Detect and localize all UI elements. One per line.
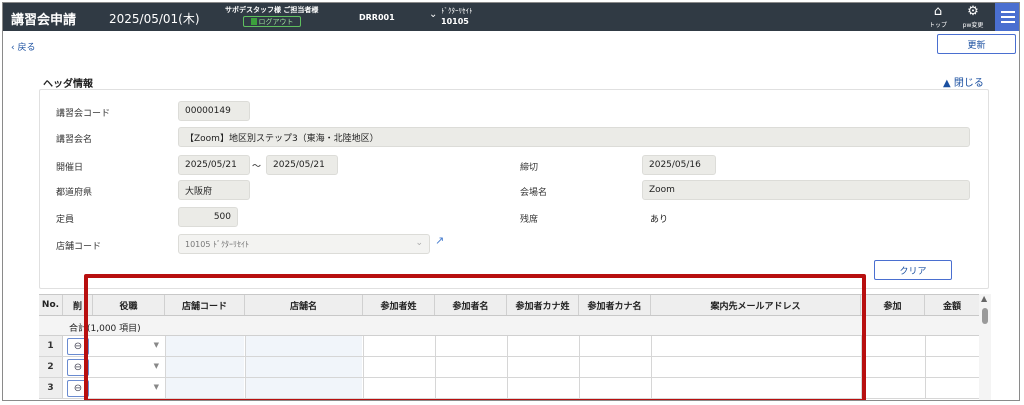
role-select[interactable]: ▼ xyxy=(99,378,165,398)
col-kana-first: 参加者カナ名 xyxy=(579,295,651,315)
chevron-left-icon: ‹ xyxy=(11,43,15,53)
table-row: 2 ⊖ ▼ xyxy=(39,357,979,378)
capacity-field: 500 xyxy=(178,207,238,227)
current-date: 2025/05/01(木) xyxy=(109,12,200,26)
header-info-panel: 講習会コード 00000149 講習会名 【Zoom】地区別ステップ3（東海・北… xyxy=(39,89,989,289)
date-from-field: 2025/05/21 xyxy=(178,155,250,175)
logout-label: ログアウト xyxy=(258,17,294,26)
col-attend: 参加 xyxy=(861,295,925,315)
home-icon: ⌂ xyxy=(933,4,943,19)
prefecture-label: 都道府県 xyxy=(56,188,93,198)
course-name-field: 【Zoom】地区別ステップ3（東海・北陸地区） xyxy=(178,127,970,147)
back-link[interactable]: ‹ 戻る xyxy=(11,40,36,53)
col-role: 役職 xyxy=(93,295,165,315)
screen-code: DRR001 xyxy=(359,13,395,22)
prefecture-field: 大阪府 xyxy=(178,180,250,200)
dropdown-icon: ▼ xyxy=(153,362,159,370)
table-row: 3 ⊖ ▼ xyxy=(39,378,979,399)
store-name-cell[interactable] xyxy=(246,357,362,377)
logout-icon xyxy=(250,18,257,25)
close-link[interactable]: ▲ 閉じる xyxy=(943,74,984,89)
chevron-down-icon[interactable]: ⌄ xyxy=(429,9,437,20)
top-link[interactable]: ⌂ トップ xyxy=(927,4,949,29)
col-kana-last: 参加者カナ姓 xyxy=(507,295,579,315)
password-change-link[interactable]: ⚙ pw変更 xyxy=(959,4,987,29)
delete-row-icon[interactable]: ⊖ xyxy=(67,359,89,376)
grid-scrollbar[interactable]: ▲ xyxy=(979,294,991,400)
total-count: 合計(1,000 項目) xyxy=(69,324,141,334)
course-code-field: 00000149 xyxy=(178,101,250,121)
deadline-label: 締切 xyxy=(520,163,539,173)
col-store-name: 店舗名 xyxy=(245,295,363,315)
app-window: 講習会申請 2025/05/01(木) サポデスタッフ様 ご担当者様 ログアウト… xyxy=(2,2,1020,401)
update-button[interactable]: 更新 xyxy=(937,34,1016,54)
pw-label: pw変更 xyxy=(962,22,984,29)
staff-name: サポデスタッフ様 ご担当者様 xyxy=(225,6,319,14)
external-link-icon[interactable]: ↗ xyxy=(435,234,444,247)
store-code: 10105 xyxy=(441,17,469,26)
delete-row-icon[interactable]: ⊖ xyxy=(67,338,89,355)
back-label: 戻る xyxy=(17,43,36,53)
col-delete: 削 xyxy=(63,295,93,315)
close-label: 閉じる xyxy=(953,78,984,89)
remaining-label: 残席 xyxy=(520,215,539,225)
section-title: ヘッダ情報 xyxy=(43,79,93,90)
col-first-name: 参加者名 xyxy=(435,295,507,315)
role-select[interactable]: ▼ xyxy=(99,336,165,356)
store-code-select-value: 10105 ﾄﾞｸﾀｰﾘｾｲﾄ xyxy=(185,239,249,249)
store-code-cell[interactable] xyxy=(166,336,244,356)
store-code-cell[interactable] xyxy=(166,357,244,377)
store-name-cell[interactable] xyxy=(246,336,362,356)
course-name-label: 講習会名 xyxy=(56,135,93,145)
col-last-name: 参加者姓 xyxy=(363,295,435,315)
venue-field: Zoom xyxy=(642,180,970,200)
venue-label: 会場名 xyxy=(520,188,548,198)
store-name-cell[interactable] xyxy=(246,378,362,398)
store-code-select[interactable]: 10105 ﾄﾞｸﾀｰﾘｾｲﾄ ⌄ xyxy=(178,234,430,254)
table-row: 1 ⊖ ▼ xyxy=(39,336,979,357)
hamburger-menu-button[interactable] xyxy=(995,3,1019,31)
role-select[interactable]: ▼ xyxy=(99,357,165,377)
clear-button[interactable]: クリア xyxy=(874,260,952,280)
col-no: No. xyxy=(39,295,63,315)
grid-header: No. 削 役職 店舗コード 店舗名 参加者姓 参加者名 参加者カナ姓 参加者カ… xyxy=(39,294,979,316)
hamburger-icon xyxy=(1001,11,1015,13)
chevron-down-icon: ⌄ xyxy=(415,238,423,248)
user-gear-icon: ⚙ xyxy=(967,4,979,19)
dropdown-icon: ▼ xyxy=(153,383,159,391)
remaining-value: あり xyxy=(650,215,669,225)
col-amount: 金額 xyxy=(942,301,961,312)
grid-total-row: 合計(1,000 項目) xyxy=(39,316,979,336)
scroll-thumb[interactable] xyxy=(982,308,988,324)
store-code-cell[interactable] xyxy=(166,378,244,398)
capacity-label: 定員 xyxy=(56,215,75,225)
logout-button[interactable]: ログアウト xyxy=(243,16,301,27)
chevron-up-icon: ▲ xyxy=(943,78,951,89)
course-code-label: 講習会コード xyxy=(56,109,111,119)
date-separator: ～ xyxy=(252,162,262,172)
row-number: 3 xyxy=(39,378,63,398)
app-title: 講習会申請 xyxy=(11,13,77,28)
deadline-field: 2025/05/16 xyxy=(642,155,716,175)
store-name: ﾄﾞｸﾀｰﾘｾｲﾄ xyxy=(441,7,473,15)
row-number: 2 xyxy=(39,357,63,377)
scroll-up-icon[interactable]: ▲ xyxy=(981,294,987,303)
participant-grid: No. 削 役職 店舗コード 店舗名 参加者姓 参加者名 参加者カナ姓 参加者カ… xyxy=(39,294,979,400)
date-label: 開催日 xyxy=(56,163,84,173)
top-bar: 講習会申請 2025/05/01(木) サポデスタッフ様 ご担当者様 ログアウト… xyxy=(3,3,1019,31)
dropdown-icon: ▼ xyxy=(153,341,159,349)
date-to-field: 2025/05/21 xyxy=(266,155,338,175)
row-number: 1 xyxy=(39,336,63,356)
col-email: 案内先メールアドレス xyxy=(651,295,861,315)
store-code-label: 店舗コード xyxy=(56,242,102,252)
col-store-code: 店舗コード xyxy=(165,295,245,315)
top-label: トップ xyxy=(928,22,947,29)
delete-row-icon[interactable]: ⊖ xyxy=(67,380,89,397)
